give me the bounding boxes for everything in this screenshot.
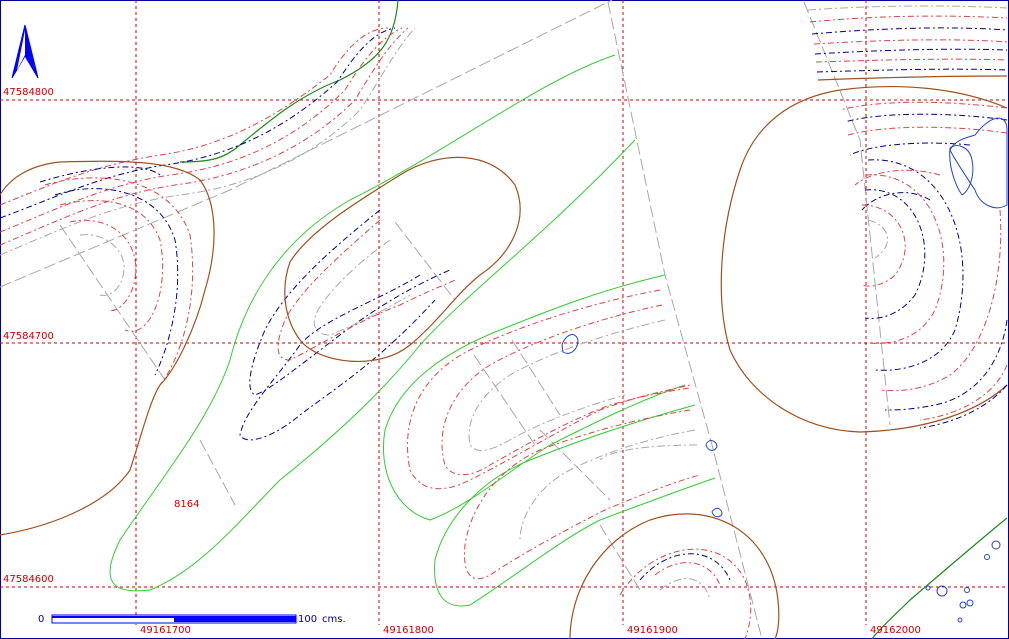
parcel-boundary: [539, 429, 611, 501]
water-pond: [991, 540, 1001, 550]
water-outline: [711, 507, 723, 518]
scale-unit-label: cms.: [322, 614, 346, 625]
water-features: [561, 117, 1008, 623]
scale-end-label: 100: [298, 614, 317, 625]
brown-boundary: [817, 75, 1008, 81]
brown-boundary: [284, 156, 521, 362]
contour-band-top: [0, 27, 416, 256]
parcel-boundary: [803, 1, 891, 426]
grid-label-y: 47584600: [3, 574, 54, 585]
grid-label-x: 49161700: [140, 625, 191, 636]
water-pond: [925, 585, 931, 591]
grid-label-x: 49162000: [870, 625, 921, 636]
parcel-boundary: [0, 0, 613, 288]
water-pond: [984, 554, 990, 560]
parcel-boundary: [59, 224, 166, 381]
water-pond: [966, 599, 974, 607]
water-outline: [949, 117, 1008, 209]
water-pond: [957, 617, 963, 623]
water-pond: [964, 587, 970, 593]
parcel-boundary: [394, 221, 456, 301]
map-canvas[interactable]: 47584800 47584700 47584600 49161700 4916…: [0, 0, 1009, 639]
grid-label-x: 49161800: [383, 625, 434, 636]
water-pond: [959, 601, 967, 609]
water-outline: [949, 145, 974, 196]
parcel-boundary: [199, 439, 236, 506]
scale-bar: [51, 614, 297, 624]
grid-lines: [0, 0, 1007, 625]
scale-start-label: 0: [38, 614, 44, 625]
grid-label-y: 47584800: [3, 87, 54, 98]
parcel-boundary: [599, 524, 641, 591]
north-arrow-icon: [11, 24, 39, 79]
parcel-boundary: [511, 339, 561, 416]
contour-loops-left: [39, 166, 194, 386]
brown-boundary: [569, 513, 780, 639]
contour-loops-right: [839, 101, 1008, 429]
dark-green-line: [871, 517, 1008, 639]
dark-green-line: [179, 0, 399, 163]
parcel-boundary: [473, 354, 536, 446]
grid-label-x: 49161900: [627, 625, 678, 636]
water-outline: [561, 334, 579, 354]
contour-stack-top-right: [807, 5, 1008, 73]
contour-loops-center-bottom: [407, 289, 701, 580]
green-contours: [109, 54, 716, 607]
contour-loops-center: [239, 209, 456, 441]
grid-label-y: 47584700: [3, 331, 54, 342]
parcel-number-label: 8164: [174, 499, 199, 510]
parcel-boundary: [607, 1, 763, 639]
